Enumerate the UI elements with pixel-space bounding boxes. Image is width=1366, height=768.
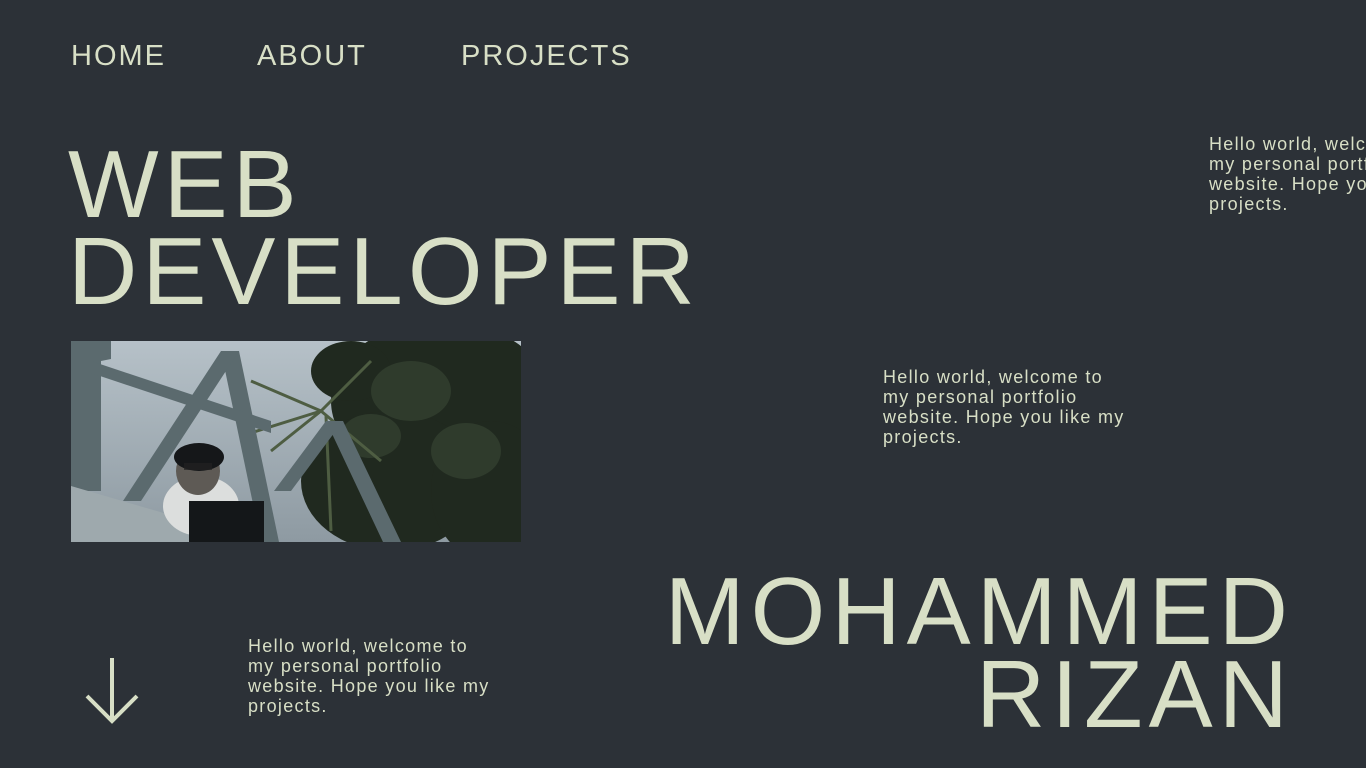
intro-text-top-right: Hello world, welcome to my personal port… [1209, 134, 1366, 214]
owner-last-name: RIZAN [976, 641, 1294, 748]
arrow-down-icon[interactable] [84, 656, 140, 726]
intro-text-clipped-container: Hello world, welcome to my personal port… [1209, 134, 1366, 224]
intro-text-middle: Hello world, welcome to my personal port… [883, 367, 1125, 447]
hero-title-line-2: DEVELOPER [68, 218, 700, 325]
hero-title-line-1: WEB [68, 131, 302, 238]
nav-about-link[interactable]: ABOUT [257, 38, 367, 74]
nav-home-link[interactable]: HOME [71, 38, 166, 74]
owner-name: MOHAMMED RIZAN [665, 564, 1294, 748]
intro-text-bottom: Hello world, welcome to my personal port… [248, 636, 490, 716]
nav-projects-link[interactable]: PROJECTS [461, 38, 632, 74]
profile-photo [71, 341, 521, 542]
hero-title: WEB DEVELOPER [68, 131, 700, 325]
